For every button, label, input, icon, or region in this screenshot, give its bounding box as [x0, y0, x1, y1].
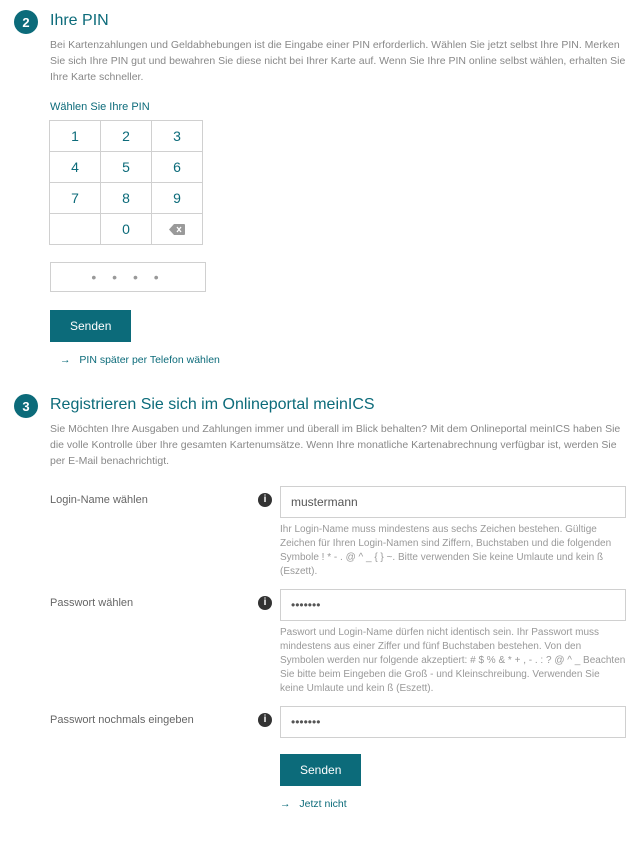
arrow-right-icon: → [60, 354, 71, 366]
password-hint: Paswort und Login-Name dürfen nicht iden… [280, 626, 626, 696]
pin-description: Bei Kartenzahlungen und Geldabhebungen i… [50, 38, 626, 85]
key-empty [49, 213, 101, 245]
pin-submit-button[interactable]: Senden [50, 310, 131, 342]
login-label: Login-Name wählen [50, 486, 280, 506]
pin-phone-link[interactable]: → PIN später per Telefon wählen [50, 354, 626, 366]
key-backspace[interactable] [151, 213, 203, 245]
key-1[interactable]: 1 [49, 120, 101, 152]
step-number-3: 3 [14, 394, 38, 418]
password-repeat-input[interactable] [280, 706, 626, 738]
pin-choose-label: Wählen Sie Ihre PIN [50, 101, 626, 113]
password-input[interactable] [280, 589, 626, 621]
password-repeat-label: Passwort nochmals eingeben [50, 706, 280, 726]
register-description: Sie Möchten Ihre Ausgaben und Zahlungen … [50, 422, 626, 469]
pin-phone-link-label: PIN später per Telefon wählen [79, 354, 219, 366]
arrow-right-icon: → [280, 798, 291, 810]
password-row: Passwort wählen i Paswort und Login-Name… [50, 589, 626, 696]
step-pin: 2 Ihre PIN Bei Kartenzahlungen und Gelda… [14, 10, 626, 366]
key-4[interactable]: 4 [49, 151, 101, 183]
step-number-2: 2 [14, 10, 38, 34]
key-3[interactable]: 3 [151, 120, 203, 152]
skip-link-label: Jetzt nicht [299, 798, 346, 810]
key-6[interactable]: 6 [151, 151, 203, 183]
key-2[interactable]: 2 [100, 120, 152, 152]
pin-display: • • • • [50, 262, 206, 292]
backspace-icon [169, 224, 185, 235]
password-label: Passwort wählen [50, 589, 280, 609]
key-9[interactable]: 9 [151, 182, 203, 214]
pin-title: Ihre PIN [50, 12, 626, 30]
info-icon[interactable]: i [258, 493, 272, 507]
login-input[interactable] [280, 486, 626, 518]
register-submit-button[interactable]: Senden [280, 754, 361, 786]
key-8[interactable]: 8 [100, 182, 152, 214]
step-pin-content: Ihre PIN Bei Kartenzahlungen und Geldabh… [50, 10, 626, 366]
register-title: Registrieren Sie sich im Onlineportal me… [50, 396, 626, 414]
info-icon[interactable]: i [258, 713, 272, 727]
key-5[interactable]: 5 [100, 151, 152, 183]
key-0[interactable]: 0 [100, 213, 152, 245]
step-register: 3 Registrieren Sie sich im Onlineportal … [14, 394, 626, 809]
key-7[interactable]: 7 [49, 182, 101, 214]
info-icon[interactable]: i [258, 596, 272, 610]
step-register-content: Registrieren Sie sich im Onlineportal me… [50, 394, 626, 809]
login-row: Login-Name wählen i Ihr Login-Name muss … [50, 486, 626, 579]
login-hint: Ihr Login-Name muss mindestens aus sechs… [280, 523, 626, 579]
skip-link[interactable]: → Jetzt nicht [270, 798, 626, 810]
password-repeat-row: Passwort nochmals eingeben i [50, 706, 626, 738]
register-actions: Senden → Jetzt nicht [280, 748, 626, 810]
pin-keypad: 1 2 3 4 5 6 7 8 9 0 [50, 121, 203, 245]
